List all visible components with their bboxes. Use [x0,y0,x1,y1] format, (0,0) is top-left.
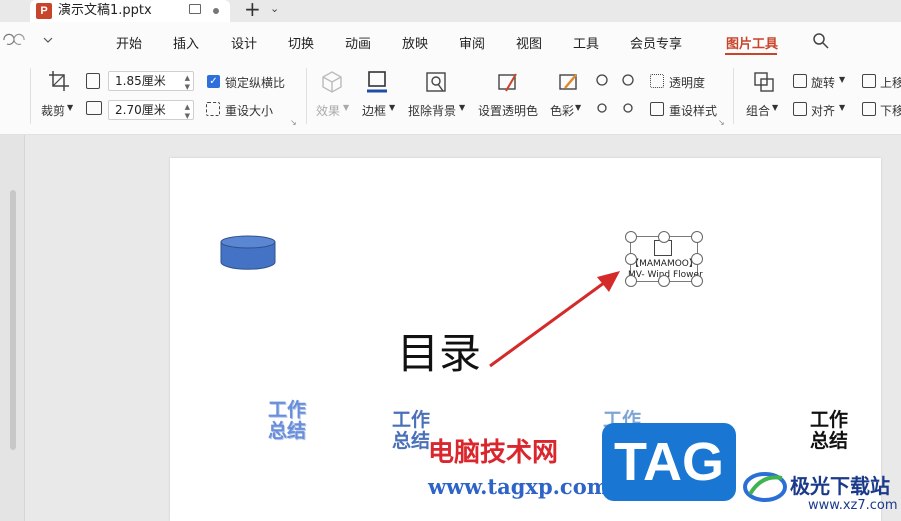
menu-picture-tools[interactable]: 图片工具 [726,33,778,52]
menu-slideshow[interactable]: 放映 [402,33,428,52]
transparency-button[interactable]: 透明度 [669,74,705,91]
height-input[interactable]: 2.70厘米 ▲ ▼ [108,100,194,120]
menu-design[interactable]: 设计 [231,33,257,52]
height-icon [86,101,102,115]
resize-handle[interactable] [691,231,703,243]
menu-insert[interactable]: 插入 [173,33,199,52]
reset-style-button[interactable]: 重设样式 [669,102,717,119]
border-icon[interactable] [365,70,389,94]
lock-ratio-checkbox[interactable]: ✓ [207,75,220,88]
active-menu-indicator [725,53,777,55]
ribbon-divider [30,68,31,124]
chevron-down-icon[interactable]: ▼ [459,103,465,112]
pane-scrollbar[interactable] [10,190,16,450]
aurora-logo-icon [743,472,787,502]
chevron-down-icon[interactable]: ▼ [67,103,73,112]
rotate-button[interactable]: 旋转 [811,74,835,91]
chevron-down-icon[interactable]: ▼ [839,103,845,112]
menu-view[interactable]: 视图 [516,33,542,52]
lock-ratio-label[interactable]: 锁定纵横比 [225,74,285,91]
effects-icon[interactable] [320,70,344,94]
reset-size-button[interactable]: 重设大小 [225,102,273,119]
menu-home[interactable]: 开始 [116,33,142,52]
wordart-item[interactable]: 工作 总结 [268,400,306,442]
transparency-icon[interactable] [650,74,664,88]
effects-button[interactable]: 效果 [316,102,340,119]
wordart-item[interactable]: 工作 总结 [810,410,848,452]
watermark-url: www.tagxp.com [428,474,609,499]
presentation-app-icon: P [36,3,52,19]
search-icon[interactable] [812,32,830,50]
bring-forward-icon[interactable] [862,74,876,88]
dialog-launcher-icon[interactable]: ↘ [718,118,725,127]
watermark-tag-logo: TAG [602,423,736,501]
chevron-down-icon[interactable]: ▼ [772,103,778,112]
menu-tools[interactable]: 工具 [573,33,599,52]
new-tab-button[interactable]: + [244,0,261,21]
reset-size-icon[interactable] [206,102,220,116]
resize-handle[interactable] [691,275,703,287]
menu-transitions[interactable]: 切换 [288,33,314,52]
resize-handle[interactable] [658,231,670,243]
bring-forward-button[interactable]: 上移 [880,74,901,91]
color-icon[interactable] [557,70,581,94]
cylinder-shape[interactable] [219,234,277,272]
menu-member[interactable]: 会员专享 [630,33,682,52]
rotate-icon[interactable] [793,74,807,88]
chevron-down-icon[interactable]: ▼ [389,103,395,112]
set-transparent-color-icon[interactable] [496,70,520,94]
document-tab-title[interactable]: 演示文稿1.pptx [58,1,152,21]
width-input[interactable]: 1.85厘米 ▲ ▼ [108,71,194,91]
toc-title[interactable]: 目录 [397,320,481,381]
remove-background-button[interactable]: 抠除背景 [408,102,456,119]
brightness-contrast-icons[interactable] [594,72,638,116]
set-transparent-color-button[interactable]: 设置透明色 [478,102,538,119]
watermark-logo-url: www.xz7.com [808,498,898,513]
crop-icon[interactable] [48,70,70,92]
align-icon[interactable] [793,102,807,116]
ribbon-divider [306,68,307,124]
ribbon-divider [733,68,734,124]
watermark-logo-name: 极光下载站 [790,474,890,498]
menu-review[interactable]: 审阅 [459,33,485,52]
align-button[interactable]: 对齐 [811,102,835,119]
annotation-arrow-icon [489,271,620,368]
chevron-down-icon[interactable]: ▼ [575,103,581,112]
resize-handle[interactable] [658,275,670,287]
chevron-down-icon[interactable]: ▼ [343,103,349,112]
send-backward-button[interactable]: 下移 [880,102,901,119]
resize-handle[interactable] [625,231,637,243]
crop-button[interactable]: 裁剪 [41,102,65,119]
width-icon [86,73,100,89]
chevron-down-icon[interactable]: ▼ [839,75,845,84]
group-button[interactable]: 组合 [746,102,770,119]
border-button[interactable]: 边框 [362,102,386,119]
window-icon[interactable] [189,4,201,14]
unsaved-dot-icon [213,8,219,14]
tab-list-chevron-icon[interactable]: ⌄ [270,2,279,15]
color-button[interactable]: 色彩 [550,102,574,119]
undo-redo-icons[interactable] [0,30,60,50]
menu-animations[interactable]: 动画 [345,33,371,52]
send-backward-icon[interactable] [862,102,876,116]
dialog-launcher-icon[interactable]: ↘ [290,118,297,127]
watermark-site-name: 电脑技术网 [428,438,559,468]
wordart-item[interactable]: 工作 总结 [392,410,430,452]
resize-handle[interactable] [691,253,703,265]
reset-style-icon[interactable] [650,102,664,116]
group-icon[interactable] [752,70,776,94]
remove-background-icon[interactable] [424,70,448,94]
